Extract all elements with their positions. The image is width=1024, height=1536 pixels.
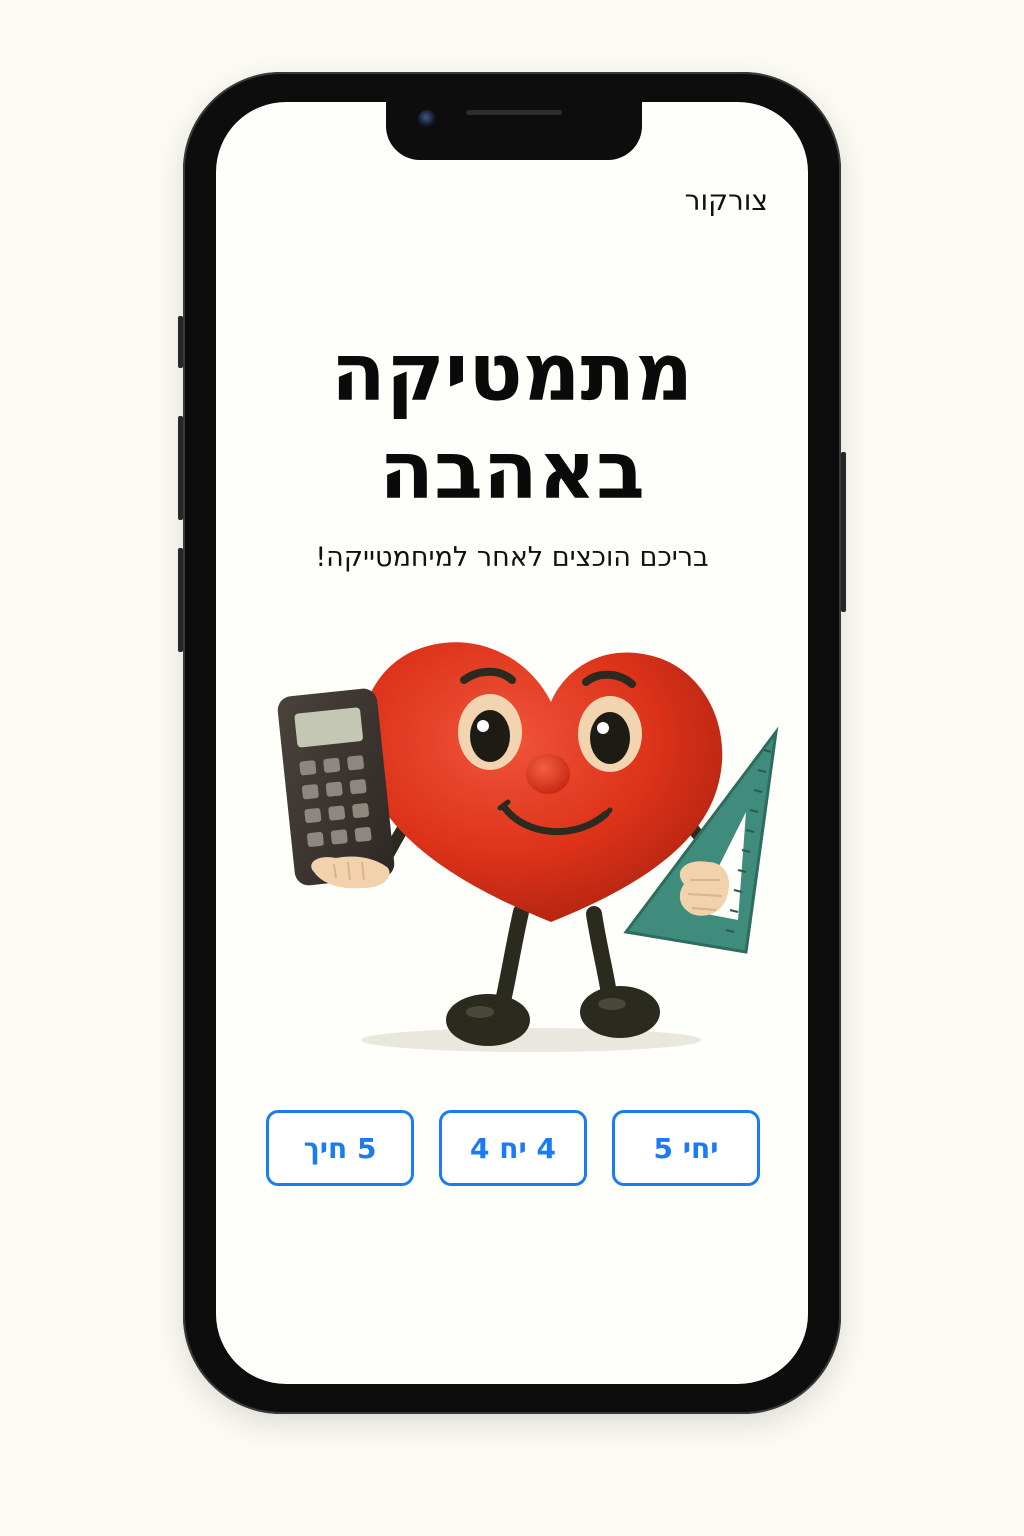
heart-mascot-icon	[277, 642, 779, 1052]
front-camera-icon	[418, 110, 436, 128]
page-title: מתמטיקה באהבה	[216, 324, 808, 520]
calculator-icon	[277, 688, 395, 889]
grade-button-2[interactable]: 4 יח 4	[439, 1110, 587, 1186]
grade-button-1[interactable]: יחי 5	[612, 1110, 760, 1186]
page-subtitle: בריכם הוכצים לאחר למיחמטייקה!	[315, 542, 709, 573]
brand-name: צורקור	[684, 184, 768, 217]
power-button	[841, 452, 846, 612]
grade-selector: יחי 5 4 יח 4 5 חיך	[266, 1110, 760, 1192]
earpiece-speaker	[466, 110, 562, 115]
phone-screen: צורקור מתמטיקה באהבה בריכם הוכצים לאחר ל…	[216, 102, 808, 1384]
title-line-1: מתמטיקה	[330, 326, 694, 419]
app-stage: צורקור מתמטיקה באהבה בריכם הוכצים לאחר ל…	[0, 0, 1024, 1536]
title-line-2: באהבה	[379, 424, 645, 517]
notch	[386, 102, 642, 160]
grade-button-3[interactable]: 5 חיך	[266, 1110, 414, 1186]
